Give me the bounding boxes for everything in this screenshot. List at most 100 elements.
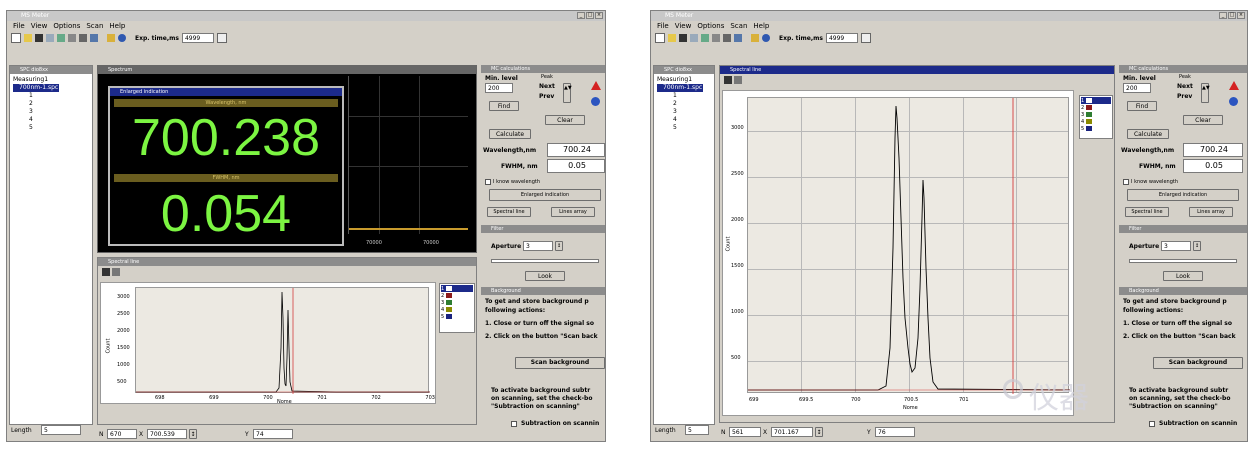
- menu-help[interactable]: Help: [109, 21, 125, 31]
- menu-view[interactable]: View: [31, 21, 48, 31]
- tree-item-measuring[interactable]: Measuring1: [657, 76, 711, 84]
- legend-item-1[interactable]: 1: [441, 285, 473, 292]
- length-input[interactable]: 5: [685, 425, 709, 435]
- tree-item-2[interactable]: 2: [13, 100, 89, 108]
- legend-item-1[interactable]: 1: [1081, 97, 1111, 104]
- spectral-line-button[interactable]: Spectral line: [487, 207, 531, 217]
- exp-time-input[interactable]: 4999: [825, 33, 858, 43]
- lines-array-button[interactable]: Lines array: [551, 207, 595, 217]
- find-button[interactable]: Find: [489, 101, 519, 111]
- calculate-button[interactable]: Calculate: [1127, 129, 1169, 139]
- legend-item-3[interactable]: 3: [441, 299, 473, 306]
- aperture-input[interactable]: 3: [1161, 241, 1191, 251]
- bar-icon[interactable]: [734, 34, 742, 42]
- new-file-icon[interactable]: [655, 33, 665, 43]
- save-icon[interactable]: [35, 34, 43, 42]
- refresh-icon[interactable]: [118, 34, 126, 42]
- tree-item-file[interactable]: 700nm-1.spc: [657, 84, 703, 92]
- tree-item-1[interactable]: 1: [657, 92, 711, 100]
- enlarged-indication-button[interactable]: Enlarged indication: [1127, 189, 1239, 201]
- legend-item-3[interactable]: 3: [1081, 111, 1111, 118]
- tree-item-5[interactable]: 5: [13, 124, 89, 132]
- tool-icon[interactable]: [712, 34, 720, 42]
- minimize-button[interactable]: _: [577, 12, 585, 19]
- scan-background-button[interactable]: Scan background: [1153, 357, 1243, 369]
- settings-icon[interactable]: [216, 33, 227, 43]
- tree-item-4[interactable]: 4: [657, 116, 711, 124]
- chart-icon[interactable]: [690, 34, 698, 42]
- warning-icon[interactable]: [591, 81, 601, 90]
- subtraction-checkbox[interactable]: [1149, 421, 1155, 427]
- table-icon[interactable]: [701, 34, 709, 42]
- find-button[interactable]: Find: [1127, 101, 1157, 111]
- tree-item-measuring[interactable]: Measuring1: [13, 76, 89, 84]
- gear-icon[interactable]: [1229, 97, 1238, 106]
- prev-label[interactable]: Prev: [539, 93, 554, 100]
- minimize-button[interactable]: _: [1219, 12, 1227, 19]
- chart-icon[interactable]: [46, 34, 54, 42]
- legend-item-2[interactable]: 2: [441, 292, 473, 299]
- settings-icon[interactable]: [860, 33, 871, 43]
- refresh-icon[interactable]: [762, 34, 770, 42]
- known-wavelength-checkbox[interactable]: [1123, 179, 1129, 185]
- tree-item-2[interactable]: 2: [657, 100, 711, 108]
- warning-icon[interactable]: [1229, 81, 1239, 90]
- min-level-input[interactable]: 200: [485, 83, 513, 93]
- spectral-line-button[interactable]: Spectral line: [1125, 207, 1169, 217]
- maximize-button[interactable]: □: [586, 12, 594, 19]
- menu-file[interactable]: File: [13, 21, 25, 31]
- tool-icon[interactable]: [68, 34, 76, 42]
- menu-view[interactable]: View: [675, 21, 692, 31]
- next-label[interactable]: Next: [1177, 83, 1193, 90]
- peak-stepper[interactable]: ▲▼: [1201, 83, 1210, 103]
- tree-item-1[interactable]: 1: [13, 92, 89, 100]
- tree-item-file[interactable]: 700nm-1.spc: [13, 84, 59, 92]
- min-level-input[interactable]: 200: [1123, 83, 1151, 93]
- print-icon[interactable]: [79, 34, 87, 42]
- menu-options[interactable]: Options: [697, 21, 724, 31]
- enlarged-indication-button[interactable]: Enlarged indication: [489, 189, 601, 201]
- aperture-stepper[interactable]: ↕: [555, 241, 563, 251]
- peak-stepper[interactable]: ▲▼: [563, 83, 572, 103]
- copy-plot-icon[interactable]: [733, 76, 742, 84]
- close-button[interactable]: ×: [595, 12, 603, 19]
- save-plot-icon[interactable]: [102, 268, 110, 276]
- x-stepper[interactable]: ↕: [189, 429, 197, 439]
- legend-item-2[interactable]: 2: [1081, 104, 1111, 111]
- menu-scan[interactable]: Scan: [86, 21, 103, 31]
- tree-item-3[interactable]: 3: [13, 108, 89, 116]
- bar-icon[interactable]: [90, 34, 98, 42]
- copy-plot-icon[interactable]: [111, 268, 120, 276]
- look-button[interactable]: Look: [1163, 271, 1203, 281]
- scan-background-button[interactable]: Scan background: [515, 357, 605, 369]
- x-stepper[interactable]: ↕: [815, 427, 823, 437]
- aperture-slider[interactable]: [491, 259, 599, 263]
- legend-item-5[interactable]: 5: [441, 313, 473, 320]
- known-wavelength-checkbox[interactable]: [485, 179, 491, 185]
- tree-item-4[interactable]: 4: [13, 116, 89, 124]
- open-folder-icon[interactable]: [668, 34, 676, 42]
- look-button[interactable]: Look: [525, 271, 565, 281]
- legend-item-5[interactable]: 5: [1081, 125, 1111, 132]
- gear-icon[interactable]: [591, 97, 600, 106]
- folder-icon[interactable]: [107, 34, 115, 42]
- menu-options[interactable]: Options: [53, 21, 80, 31]
- tree-item-5[interactable]: 5: [657, 124, 711, 132]
- clear-button[interactable]: Clear: [1183, 115, 1223, 125]
- lines-array-button[interactable]: Lines array: [1189, 207, 1233, 217]
- aperture-input[interactable]: 3: [523, 241, 553, 251]
- save-icon[interactable]: [679, 34, 687, 42]
- menu-file[interactable]: File: [657, 21, 669, 31]
- aperture-slider[interactable]: [1129, 259, 1237, 263]
- length-input[interactable]: 5: [41, 425, 81, 435]
- prev-label[interactable]: Prev: [1177, 93, 1192, 100]
- maximize-button[interactable]: □: [1228, 12, 1236, 19]
- next-label[interactable]: Next: [539, 83, 555, 90]
- subtraction-checkbox[interactable]: [511, 421, 517, 427]
- folder-icon[interactable]: [751, 34, 759, 42]
- exp-time-input[interactable]: 4999: [181, 33, 214, 43]
- close-button[interactable]: ×: [1237, 12, 1245, 19]
- save-plot-icon[interactable]: [724, 76, 732, 84]
- calculate-button[interactable]: Calculate: [489, 129, 531, 139]
- new-file-icon[interactable]: [11, 33, 21, 43]
